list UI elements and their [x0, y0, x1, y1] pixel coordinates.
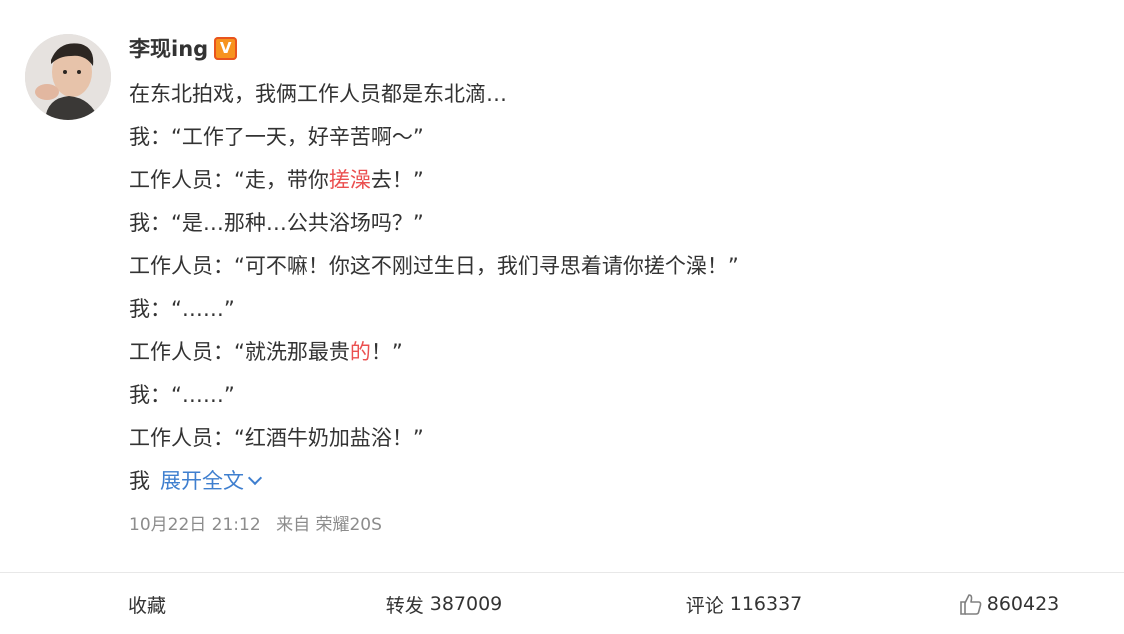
comment-count: 116337 [729, 593, 803, 615]
chevron-down-icon [247, 470, 263, 486]
post-meta: 10月22日 21:12 来自 荣耀20S [129, 510, 382, 535]
post-line: 我：“是…那种…公共浴场吗？” [129, 211, 424, 235]
highlighted-keyword[interactable]: 的 [350, 340, 371, 364]
post-content: 在东北拍戏，我俩工作人员都是东北滴… 我：“工作了一天，好辛苦啊～” 工作人员：… [129, 73, 1029, 503]
post-line: 我：“工作了一天，好辛苦啊～” [129, 125, 424, 149]
post-line: 工作人员：“红酒牛奶加盐浴！” [129, 426, 424, 450]
expand-label: 展开全文 [160, 469, 244, 493]
timestamp[interactable]: 10月22日 21:12 [129, 515, 261, 535]
repost-label: 转发 [385, 594, 424, 617]
highlighted-keyword[interactable]: 搓澡 [329, 168, 371, 192]
author-row: 李现ing V [129, 32, 238, 64]
post-line-text: ！” [370, 340, 403, 364]
repost-button[interactable]: 转发 387009 [294, 573, 594, 634]
author-name[interactable]: 李现ing [129, 33, 208, 63]
post-line-text: 去！” [370, 168, 424, 192]
like-count: 860423 [986, 593, 1060, 615]
weibo-post: 李现ing V 在东北拍戏，我俩工作人员都是东北滴… 我：“工作了一天，好辛苦啊… [0, 0, 1124, 634]
comment-button[interactable]: 评论 116337 [594, 573, 894, 634]
post-source: 来自 荣耀20S [276, 515, 382, 535]
thumbs-up-icon [959, 594, 982, 615]
expand-full-text-link[interactable]: 展开全文 [160, 469, 263, 493]
post-line: 工作人员：“可不嘛！你这不刚过生日，我们寻思着请你搓个澡！” [129, 254, 739, 278]
favorite-label: 收藏 [127, 594, 166, 617]
post-line: 我：“……” [129, 383, 235, 407]
action-bar: 收藏 转发 387009 评论 116337 860423 [0, 572, 1124, 634]
post-line: 工作人员：“就洗那最贵的！” [129, 331, 1029, 374]
post-line-last: 我展开全文 [129, 460, 1029, 503]
post-line: 在东北拍戏，我俩工作人员都是东北滴… [129, 82, 507, 106]
favorite-button[interactable]: 收藏 [0, 573, 294, 634]
post-line-text: 工作人员：“就洗那最贵 [129, 340, 350, 364]
repost-count: 387009 [429, 593, 503, 615]
avatar-photo [25, 34, 111, 120]
post-line-text: 我 [129, 469, 150, 493]
like-button[interactable]: 860423 [894, 573, 1124, 634]
post-line: 工作人员：“走，带你搓澡去！” [129, 159, 1029, 202]
verified-v-icon: V [214, 36, 238, 60]
comment-label: 评论 [685, 594, 724, 617]
avatar[interactable] [25, 34, 111, 120]
post-line-text: 工作人员：“走，带你 [129, 168, 329, 192]
post-line: 我：“……” [129, 297, 235, 321]
